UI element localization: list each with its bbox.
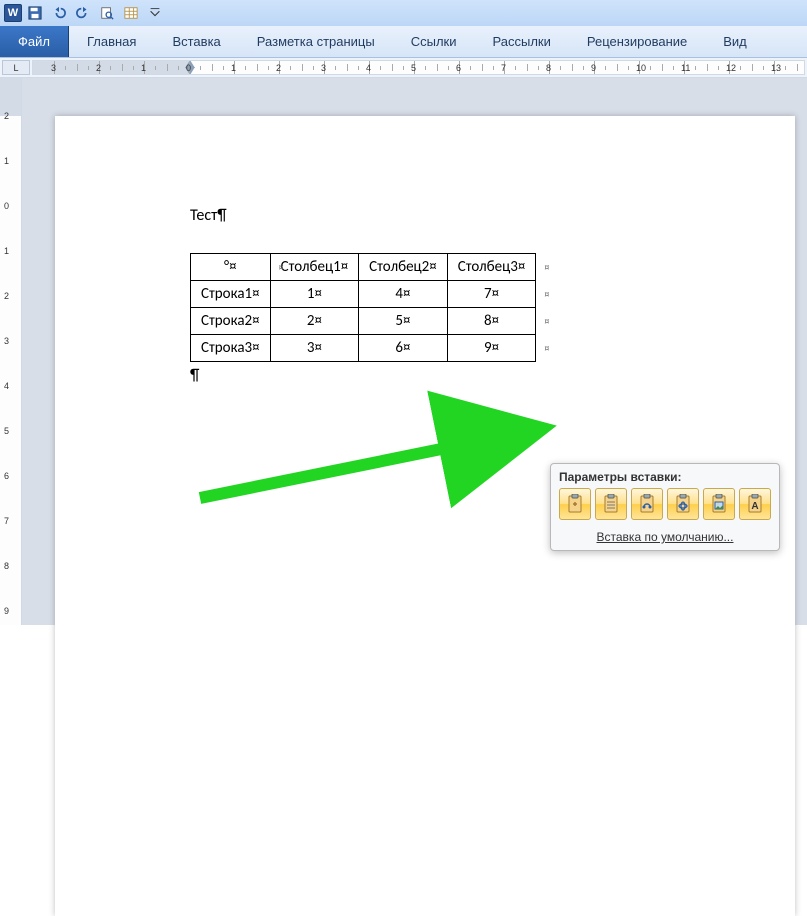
- title-bar: W: [0, 0, 807, 26]
- qat-save-button[interactable]: [24, 2, 46, 24]
- paste-keep-source-button[interactable]: [559, 488, 591, 520]
- paste-merge-formatting-button[interactable]: [595, 488, 627, 520]
- vertical-ruler[interactable]: 210123456789: [0, 78, 22, 625]
- table-cell[interactable]: 7¤: [447, 281, 536, 308]
- paste-default-link[interactable]: Вставка по умолчанию...: [559, 526, 771, 546]
- tab-home[interactable]: Главная: [69, 26, 154, 57]
- qat-customize-button[interactable]: [144, 2, 166, 24]
- paste-text-only-button[interactable]: A: [739, 488, 771, 520]
- table-cell[interactable]: 4¤: [359, 281, 448, 308]
- document-table[interactable]: °¤ Столбец1¤ Столбец2¤ Столбец3¤ Строка1…: [190, 253, 536, 362]
- document-text[interactable]: Тест¶: [190, 206, 795, 225]
- table-header-cell[interactable]: °¤: [191, 254, 271, 281]
- paragraph-mark[interactable]: ¶: [190, 366, 795, 385]
- table-cell[interactable]: 6¤: [359, 335, 448, 362]
- paste-options-popup: Параметры вставки: A Вставка по умолчани…: [550, 463, 780, 551]
- paste-picture-button[interactable]: [703, 488, 735, 520]
- ruler-row: L 321012345678910111213: [0, 58, 807, 78]
- table-cell[interactable]: Строка1¤: [191, 281, 271, 308]
- ruler-tab-selector[interactable]: L: [2, 60, 30, 75]
- tab-view[interactable]: Вид: [705, 26, 765, 57]
- table-cell[interactable]: 5¤: [359, 308, 448, 335]
- tab-references[interactable]: Ссылки: [393, 26, 475, 57]
- table-cell[interactable]: Строка2¤: [191, 308, 271, 335]
- tab-file[interactable]: Файл: [0, 26, 69, 57]
- word-app-icon: W: [4, 4, 22, 22]
- paste-options-title: Параметры вставки:: [559, 470, 771, 484]
- table-header-cell[interactable]: Столбец2¤: [359, 254, 448, 281]
- table-cell[interactable]: 2¤: [270, 308, 359, 335]
- document-workspace: 210123456789 Тест¶ °¤ Столбец1¤ Столбец2…: [0, 78, 807, 625]
- paste-link-styles-button[interactable]: [631, 488, 663, 520]
- qat-undo-button[interactable]: [48, 2, 70, 24]
- tab-mailings[interactable]: Рассылки: [475, 26, 569, 57]
- horizontal-ruler[interactable]: 321012345678910111213: [32, 60, 805, 75]
- svg-text:A: A: [751, 501, 758, 512]
- tab-insert[interactable]: Вставка: [154, 26, 238, 57]
- table-cell[interactable]: 9¤: [447, 335, 536, 362]
- tab-layout[interactable]: Разметка страницы: [239, 26, 393, 57]
- qat-preview-button[interactable]: [96, 2, 118, 24]
- tab-review[interactable]: Рецензирование: [569, 26, 705, 57]
- qat-redo-button[interactable]: [72, 2, 94, 24]
- paste-keep-link-button[interactable]: [667, 488, 699, 520]
- ribbon-tabs: Файл Главная Вставка Разметка страницы С…: [0, 26, 807, 58]
- table-cell[interactable]: 1¤: [270, 281, 359, 308]
- table-cell[interactable]: 3¤: [270, 335, 359, 362]
- table-cell[interactable]: Строка3¤: [191, 335, 271, 362]
- table-header-cell[interactable]: Столбец3¤: [447, 254, 536, 281]
- qat-table-button[interactable]: [120, 2, 142, 24]
- table-cell[interactable]: 8¤: [447, 308, 536, 335]
